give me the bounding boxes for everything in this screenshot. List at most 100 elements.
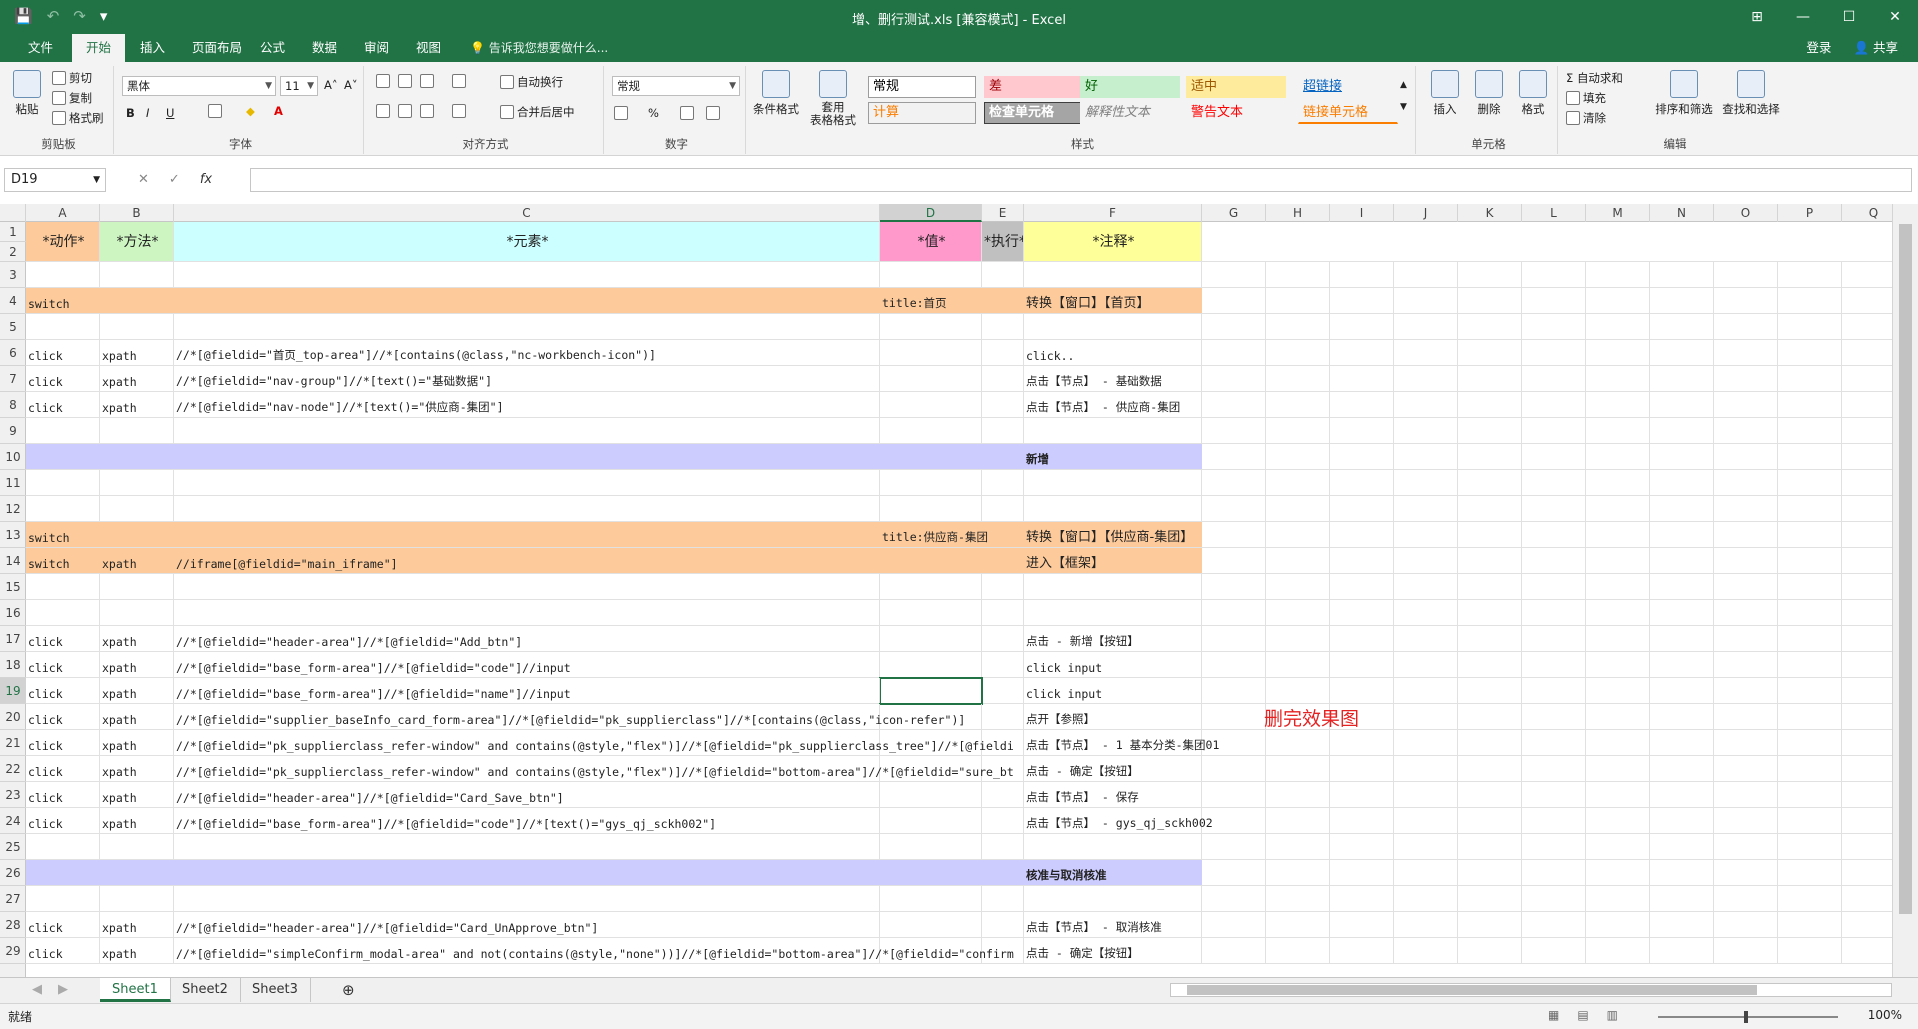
cell-I11[interactable]	[1330, 470, 1394, 495]
cell-N11[interactable]	[1650, 470, 1714, 495]
cell-H13[interactable]	[1266, 522, 1330, 547]
cell-A9[interactable]	[26, 418, 100, 443]
cell-I12[interactable]	[1330, 496, 1394, 521]
cell-I10[interactable]	[1330, 444, 1394, 469]
cell-B3[interactable]	[100, 262, 174, 287]
cell-style-1[interactable]: 差	[984, 76, 1084, 98]
cell-O18[interactable]	[1714, 652, 1778, 677]
cell-C28[interactable]: //*[@fieldid="header-area"]//*[@fieldid=…	[174, 912, 880, 937]
cell-J12[interactable]	[1394, 496, 1458, 521]
cell-L8[interactable]	[1522, 392, 1586, 417]
zoom-slider-knob[interactable]	[1744, 1011, 1748, 1023]
cell-A12[interactable]	[26, 496, 100, 521]
row-header-26[interactable]: 26	[0, 860, 26, 886]
cell-L23[interactable]	[1522, 782, 1586, 807]
cell-E26[interactable]	[982, 860, 1024, 885]
cell-L26[interactable]	[1522, 860, 1586, 885]
row-header-14[interactable]: 14	[0, 548, 26, 574]
cell-O21[interactable]	[1714, 730, 1778, 755]
row-header-12[interactable]: 12	[0, 496, 26, 522]
cell-A26[interactable]	[26, 860, 100, 885]
cell-I16[interactable]	[1330, 600, 1394, 625]
cell-N13[interactable]	[1650, 522, 1714, 547]
cell-P8[interactable]	[1778, 392, 1842, 417]
cell-H5[interactable]	[1266, 314, 1330, 339]
cell-D15[interactable]	[880, 574, 982, 599]
cell-B11[interactable]	[100, 470, 174, 495]
cell-N17[interactable]	[1650, 626, 1714, 651]
cell-P15[interactable]	[1778, 574, 1842, 599]
border-button[interactable]	[208, 104, 225, 118]
cell-A20[interactable]: click	[26, 704, 100, 729]
cell-G17[interactable]	[1202, 626, 1266, 651]
cell-D7[interactable]	[880, 366, 982, 391]
cell-G12[interactable]	[1202, 496, 1266, 521]
cell-G20[interactable]	[1202, 704, 1266, 729]
cell-J21[interactable]	[1394, 730, 1458, 755]
column-header-J[interactable]: J	[1394, 204, 1458, 222]
cell-I19[interactable]	[1330, 678, 1394, 703]
cell-L24[interactable]	[1522, 808, 1586, 833]
align-bottom-button[interactable]	[420, 74, 437, 88]
cell-O3[interactable]	[1714, 262, 1778, 287]
cell-M21[interactable]	[1586, 730, 1650, 755]
row-header-20[interactable]: 20	[0, 704, 26, 730]
cell-C4[interactable]	[174, 288, 880, 313]
cell-B26[interactable]	[100, 860, 174, 885]
cell-H3[interactable]	[1266, 262, 1330, 287]
login-link[interactable]: 登录	[1806, 34, 1831, 62]
cell-B17[interactable]: xpath	[100, 626, 174, 651]
cell-A6[interactable]: click	[26, 340, 100, 365]
bold-button[interactable]: B	[126, 106, 135, 120]
underline-button[interactable]: U	[166, 106, 174, 120]
cell-M5[interactable]	[1586, 314, 1650, 339]
cell-M14[interactable]	[1586, 548, 1650, 573]
cell-F4[interactable]: 转换【窗口】【首页】	[1024, 288, 1202, 313]
cell-M26[interactable]	[1586, 860, 1650, 885]
cell-D27[interactable]	[880, 886, 982, 911]
cell-style-3[interactable]: 适中	[1186, 76, 1286, 98]
cell-A23[interactable]: click	[26, 782, 100, 807]
cell-H27[interactable]	[1266, 886, 1330, 911]
cell-J4[interactable]	[1394, 288, 1458, 313]
cell-G27[interactable]	[1202, 886, 1266, 911]
cell-M23[interactable]	[1586, 782, 1650, 807]
cell-K16[interactable]	[1458, 600, 1522, 625]
cell-B22[interactable]: xpath	[100, 756, 174, 781]
cell-I5[interactable]	[1330, 314, 1394, 339]
row-header-8[interactable]: 8	[0, 392, 26, 418]
align-right-button[interactable]	[420, 104, 437, 118]
cell-M20[interactable]	[1586, 704, 1650, 729]
row-header-15[interactable]: 15	[0, 574, 26, 600]
cell-J18[interactable]	[1394, 652, 1458, 677]
cell-N4[interactable]	[1650, 288, 1714, 313]
cell-P18[interactable]	[1778, 652, 1842, 677]
cell-C22[interactable]: //*[@fieldid="pk_supplierclass_refer-win…	[174, 756, 1014, 781]
cell-F8[interactable]: 点击【节点】 - 供应商-集团	[1024, 392, 1202, 417]
cell-K22[interactable]	[1458, 756, 1522, 781]
find-select-button[interactable]: 查找和选择	[1718, 70, 1784, 117]
decrease-decimal-button[interactable]	[706, 106, 723, 120]
cell-O19[interactable]	[1714, 678, 1778, 703]
cell-H11[interactable]	[1266, 470, 1330, 495]
row-header-11[interactable]: 11	[0, 470, 26, 496]
cell-O17[interactable]	[1714, 626, 1778, 651]
cell-M19[interactable]	[1586, 678, 1650, 703]
cell-J27[interactable]	[1394, 886, 1458, 911]
cell-E18[interactable]	[982, 652, 1024, 677]
cell-J19[interactable]	[1394, 678, 1458, 703]
cell-H19[interactable]	[1266, 678, 1330, 703]
cell-I17[interactable]	[1330, 626, 1394, 651]
cell-E23[interactable]	[982, 782, 1024, 807]
cell-B6[interactable]: xpath	[100, 340, 174, 365]
cell-J10[interactable]	[1394, 444, 1458, 469]
cell-C8[interactable]: //*[@fieldid="nav-node"]//*[text()="供应商-…	[174, 392, 880, 417]
cell-M12[interactable]	[1586, 496, 1650, 521]
cell-L4[interactable]	[1522, 288, 1586, 313]
insert-function-icon[interactable]: fx	[200, 168, 212, 192]
cell-N8[interactable]	[1650, 392, 1714, 417]
cell-E13[interactable]	[982, 522, 1024, 547]
cell-J14[interactable]	[1394, 548, 1458, 573]
clear-button[interactable]: 清除	[1566, 110, 1606, 126]
cell-N24[interactable]	[1650, 808, 1714, 833]
